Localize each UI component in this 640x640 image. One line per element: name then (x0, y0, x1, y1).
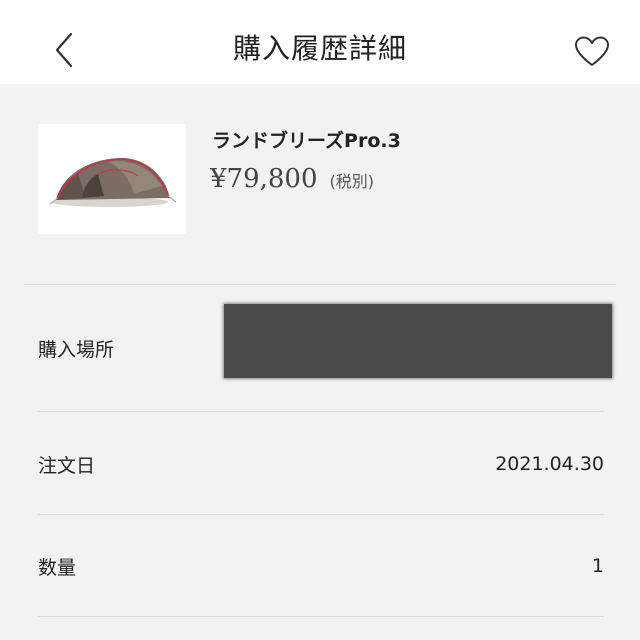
product-price: ¥79,800 (210, 164, 318, 194)
heart-outline-icon (575, 36, 609, 66)
order-date-value: 2021.04.30 (495, 453, 604, 475)
page-title: 購入履歴詳細 (232, 32, 407, 65)
purchase-place-label: 購入場所 (38, 338, 115, 361)
row-divider (38, 616, 604, 617)
quantity-row: 数量 1 (38, 548, 604, 584)
tent-image (49, 157, 177, 207)
product-summary[interactable]: ランドブリーズPro.3 ¥79,800 (税別) (0, 84, 640, 284)
order-date-label: 注文日 (38, 454, 96, 477)
quantity-label: 数量 (38, 556, 77, 579)
redacted-block (224, 304, 612, 378)
quantity-value: 1 (591, 555, 604, 577)
section-divider (24, 284, 616, 285)
app-header: 購入履歴詳細 (0, 0, 640, 84)
row-divider (38, 514, 604, 515)
favorite-button[interactable] (568, 28, 616, 76)
order-date-row: 注文日 2021.04.30 (38, 446, 604, 482)
tax-note: (税別) (329, 172, 375, 191)
row-divider (38, 411, 604, 412)
product-image (38, 124, 186, 234)
price-row: ¥79,800 (税別) (210, 164, 374, 194)
product-name: ランドブリーズPro.3 (212, 130, 401, 152)
